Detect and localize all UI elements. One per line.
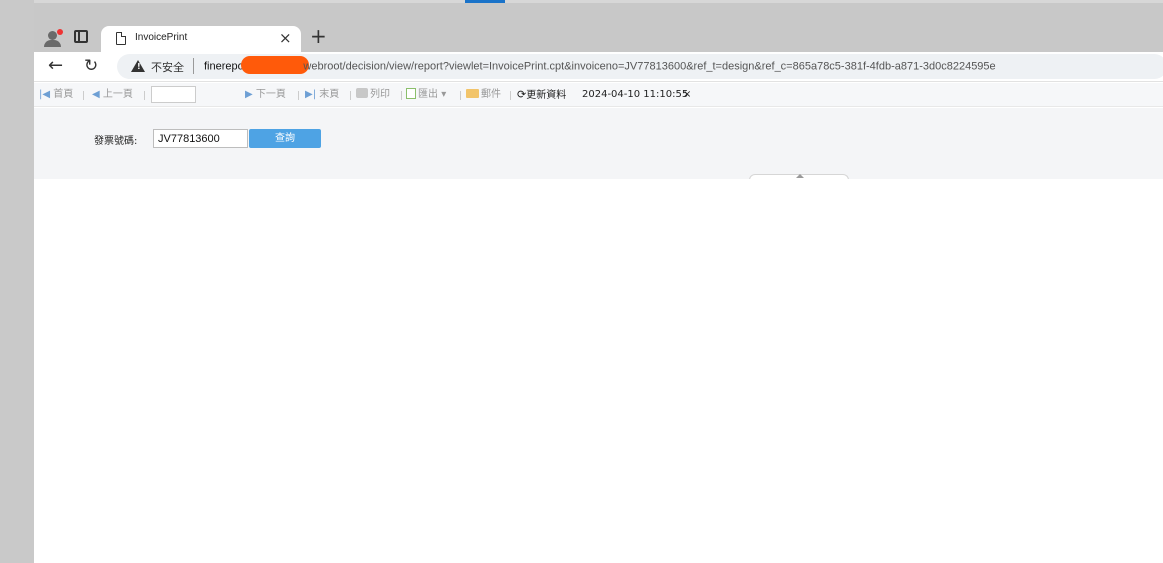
notification-dot [57,29,63,35]
export-label: 匯出 [418,89,438,100]
tab-title: InvoicePrint [135,32,188,43]
toolbar-divider [510,91,511,100]
printer-icon [356,88,368,98]
address-bar[interactable]: ! 不安全 finerepor webroot/decision/view/rep… [117,54,1163,79]
next-page-icon: ▶ [245,89,253,100]
tab-strip: InvoicePrint × + [34,22,1163,53]
browser-window: InvoicePrint × + ← ↻ ! 不安全 finerepor webr… [34,22,1163,563]
navigation-bar: ← ↻ ! 不安全 finerepor webroot/decision/view… [34,52,1163,82]
url-path: webroot/decision/view/report?viewlet=Inv… [303,60,996,73]
timestamp-close-button[interactable]: × [683,88,691,102]
prev-page-icon: ◀ [92,89,100,100]
prev-page-label: 上一頁 [102,89,133,100]
page-number-input[interactable] [151,86,196,103]
url-text[interactable]: finerepor webroot/decision/view/report?vi… [204,56,996,74]
profile-icon [48,31,57,40]
prev-page-button[interactable]: ◀ 上一頁 [92,88,133,102]
toolbar-divider [83,91,84,100]
next-page-label: 下一頁 [255,89,286,100]
first-page-icon: |◀ [39,89,51,100]
toolbar-divider [350,91,351,100]
first-page-label: 首頁 [53,89,74,100]
toolbar-divider [460,91,461,100]
tab-invoiceprint[interactable]: InvoicePrint × [101,26,301,53]
timestamp-label: 2024-04-10 11:10:55 [582,89,689,100]
report-content-area [34,179,1163,563]
back-button[interactable]: ← [48,55,63,77]
left-gutter [0,0,34,563]
query-button[interactable]: 查詢 [249,129,321,148]
toolbar-divider [401,91,402,100]
address-separator [193,58,194,74]
redaction-mark [241,56,310,74]
chevron-down-icon: ▾ [441,89,447,100]
last-page-label: 末頁 [319,89,340,100]
print-label: 列印 [370,89,390,100]
refresh-label: 更新資料 [526,90,567,101]
profile-icon-body [44,40,61,47]
next-page-button[interactable]: ▶ 下一頁 [245,88,286,102]
security-label[interactable]: 不安全 [151,59,184,75]
reload-button[interactable]: ↻ [84,55,98,77]
tab-close-button[interactable]: × [279,29,292,47]
last-page-icon: ▶| [305,89,317,100]
mail-icon [466,89,479,98]
screen-top-strip [0,0,1163,3]
refresh-icon: ⟳ [517,88,527,101]
mail-label: 郵件 [481,89,501,100]
new-tab-button[interactable]: + [310,25,327,47]
invoice-number-label: 發票號碼: [94,136,138,147]
parameter-panel: 發票號碼: 查詢 [34,108,1163,180]
invoice-number-input[interactable] [153,129,248,148]
toolbar-divider [298,91,299,100]
refresh-button[interactable]: ⟳更新資料 [517,88,566,103]
tab-actions-icon[interactable] [74,30,88,43]
report-toolbar: |◀ 首頁 ◀ 上一頁 ▶ 下一頁 ▶| 末頁 列印 匯出 ▾ 郵件 ⟳更新資料… [34,83,1163,107]
toolbar-divider [144,91,145,100]
first-page-button[interactable]: |◀ 首頁 [39,88,73,102]
warning-icon[interactable]: ! [131,60,145,72]
print-button[interactable]: 列印 [356,88,390,102]
export-button[interactable]: 匯出 ▾ [406,88,446,102]
export-icon [406,88,416,99]
last-page-button[interactable]: ▶| 末頁 [305,88,339,102]
profile-button[interactable] [42,28,64,48]
mail-button[interactable]: 郵件 [466,88,501,102]
top-accent-mark [465,0,505,3]
page-icon [116,32,126,45]
